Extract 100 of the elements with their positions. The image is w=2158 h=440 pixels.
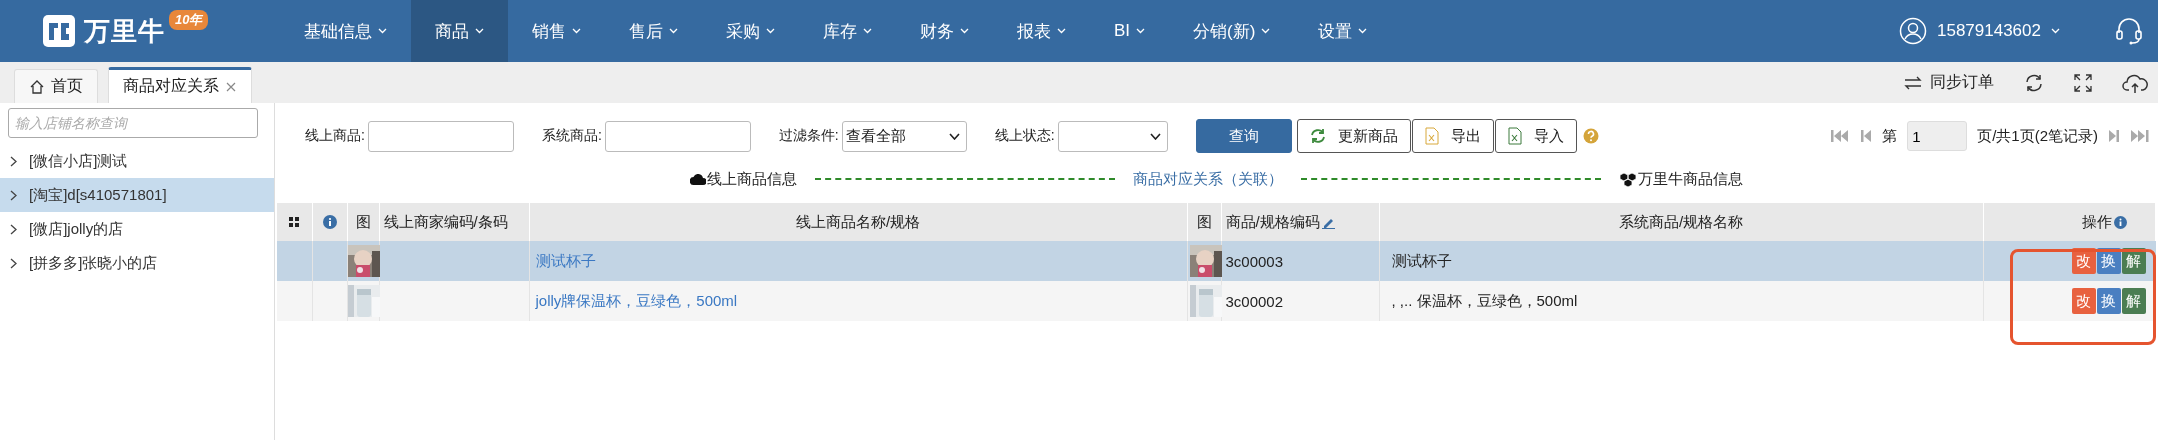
- column-header: 线上商品名称/规格: [795, 212, 921, 230]
- row-action-button[interactable]: 改: [2071, 248, 2096, 274]
- shop-tree-item[interactable]: [拼多多]张晓小的店: [0, 246, 274, 280]
- caret-icon: [378, 28, 387, 34]
- chevron-right-icon: [10, 155, 17, 167]
- nav-item[interactable]: 商品: [411, 0, 508, 62]
- nav-item[interactable]: 财务: [896, 0, 993, 62]
- nav-item[interactable]: 售后: [605, 0, 702, 62]
- cloud-icon: [690, 173, 706, 185]
- caret-icon: [1261, 28, 1271, 34]
- nav-item[interactable]: BI: [1090, 0, 1170, 62]
- page-tab[interactable]: 商品对应关系: [108, 67, 252, 103]
- shop-tree-item[interactable]: [微店]jolly的店: [0, 212, 274, 246]
- info-icon: [2114, 215, 2127, 229]
- row-action-button[interactable]: 换: [2096, 288, 2121, 314]
- column-header: 操作: [2082, 212, 2112, 232]
- column-header: 系统商品/规格名称: [1618, 212, 1744, 230]
- help-icon: [1582, 128, 1599, 144]
- filter-label: 系统商品:: [541, 127, 602, 145]
- grid-icon: [289, 217, 300, 227]
- caret-icon: [2051, 28, 2060, 34]
- filter-dropdown[interactable]: [1057, 120, 1168, 152]
- caret-icon: [1358, 28, 1368, 34]
- page-summary: 页/共1页(2笔记录): [1977, 126, 2098, 146]
- nav-item[interactable]: 采购: [702, 0, 799, 62]
- sync-orders-button[interactable]: 同步订单: [1904, 72, 1994, 93]
- caret-icon: [1136, 28, 1146, 34]
- home-icon: [29, 78, 45, 95]
- nav-item[interactable]: 分销(新): [1169, 0, 1295, 62]
- table-row[interactable]: jolly牌保温杯，豆绿色，500ml 3c00002 , ,.. 保温杯，豆绿色，500ml 改 换 解: [277, 281, 2156, 321]
- refresh-icon[interactable]: [2024, 72, 2044, 93]
- swap-icon: [1904, 75, 1922, 90]
- query-button[interactable]: 查询: [1195, 119, 1292, 153]
- row-action-button[interactable]: 解: [2121, 248, 2146, 274]
- nav-item[interactable]: 设置: [1294, 0, 1392, 62]
- product-code: 3c00002: [1225, 292, 1284, 310]
- relation-label: 商品对应关系（关联）: [1133, 169, 1283, 189]
- system-product-name: 测试杯子: [1391, 251, 1452, 269]
- chevron-right-icon: [10, 223, 17, 235]
- product-code: 3c00003: [1225, 252, 1284, 270]
- relation-label: 万里牛商品信息: [1638, 169, 1743, 189]
- shop-search-field[interactable]: 输入店铺名称查询: [8, 108, 258, 138]
- chevron-right-icon: [10, 257, 17, 269]
- logo-icon: [42, 14, 76, 48]
- online-product-name[interactable]: 测试杯子: [535, 251, 596, 269]
- user-icon: [1899, 17, 1927, 45]
- user-account[interactable]: 15879143602: [1937, 21, 2041, 41]
- filter-label: 过滤条件:: [778, 127, 839, 145]
- close-icon: [225, 80, 237, 93]
- caret-icon: [766, 28, 775, 34]
- anniversary-badge: 10年: [169, 10, 209, 30]
- export-button[interactable]: 导出: [1411, 119, 1494, 153]
- column-header: 线上商家编码/条码: [383, 212, 508, 230]
- row-action-button[interactable]: 换: [2096, 248, 2121, 274]
- caret-icon: [572, 28, 581, 34]
- filter-label: 线上商品:: [305, 127, 365, 145]
- column-header: 商品/规格编码: [1225, 212, 1320, 232]
- brand-name: 万里牛: [84, 14, 165, 48]
- caret-icon: [960, 28, 969, 34]
- row-action-button[interactable]: 解: [2121, 288, 2146, 314]
- fullscreen-icon[interactable]: [2074, 73, 2092, 92]
- system-product-name: , ,.. 保温杯，豆绿色，500ml: [1391, 291, 1578, 309]
- page-label: 第: [1882, 126, 1898, 146]
- info-icon: [322, 215, 337, 229]
- column-header: 图: [355, 212, 371, 230]
- chevron-right-icon: [10, 189, 17, 201]
- shop-tree-item[interactable]: [微信小店]测试: [0, 144, 274, 178]
- last-page-icon[interactable]: [2130, 128, 2150, 144]
- refresh-icon: [1309, 128, 1326, 144]
- nav-item[interactable]: 库存: [799, 0, 896, 62]
- previous-page-icon[interactable]: [1860, 128, 1873, 144]
- shop-tree-item[interactable]: [淘宝]d[s410571801]: [0, 178, 274, 212]
- caret-icon: [475, 28, 484, 34]
- cubes-icon: [1619, 171, 1637, 187]
- relation-label: 线上商品信息: [707, 169, 797, 189]
- online-product-name[interactable]: jolly牌保温杯，豆绿色，500ml: [535, 291, 738, 309]
- table-row[interactable]: 测试杯子 3c00003 测试杯子 改 换 解: [277, 241, 2156, 281]
- chevron-down-icon: [1149, 132, 1161, 140]
- caret-icon: [669, 28, 678, 34]
- nav-item[interactable]: 销售: [508, 0, 605, 62]
- filter-input[interactable]: [604, 120, 751, 152]
- page-tab[interactable]: 首页: [14, 69, 98, 103]
- headset-icon: [2114, 16, 2144, 46]
- caret-icon: [1057, 28, 1066, 34]
- caret-icon: [863, 28, 872, 34]
- filter-input[interactable]: [367, 120, 514, 152]
- nav-item[interactable]: 基础信息: [280, 0, 411, 62]
- column-header: 图: [1196, 212, 1212, 230]
- import-button[interactable]: 导入: [1494, 119, 1577, 153]
- next-page-icon[interactable]: [2108, 128, 2120, 144]
- filter-dropdown[interactable]: 查看全部: [841, 120, 967, 152]
- nav-item[interactable]: 报表: [993, 0, 1090, 62]
- first-page-icon[interactable]: [1830, 128, 1851, 144]
- chevron-down-icon: [948, 132, 960, 140]
- page-number-field[interactable]: 1: [1907, 121, 1968, 151]
- filter-label: 线上状态:: [994, 127, 1055, 145]
- spreadsheet-file-icon: [1424, 127, 1439, 145]
- update-products-button[interactable]: 更新商品: [1296, 119, 1411, 153]
- row-action-button[interactable]: 改: [2071, 288, 2096, 314]
- spreadsheet-file-icon: [1507, 127, 1522, 145]
